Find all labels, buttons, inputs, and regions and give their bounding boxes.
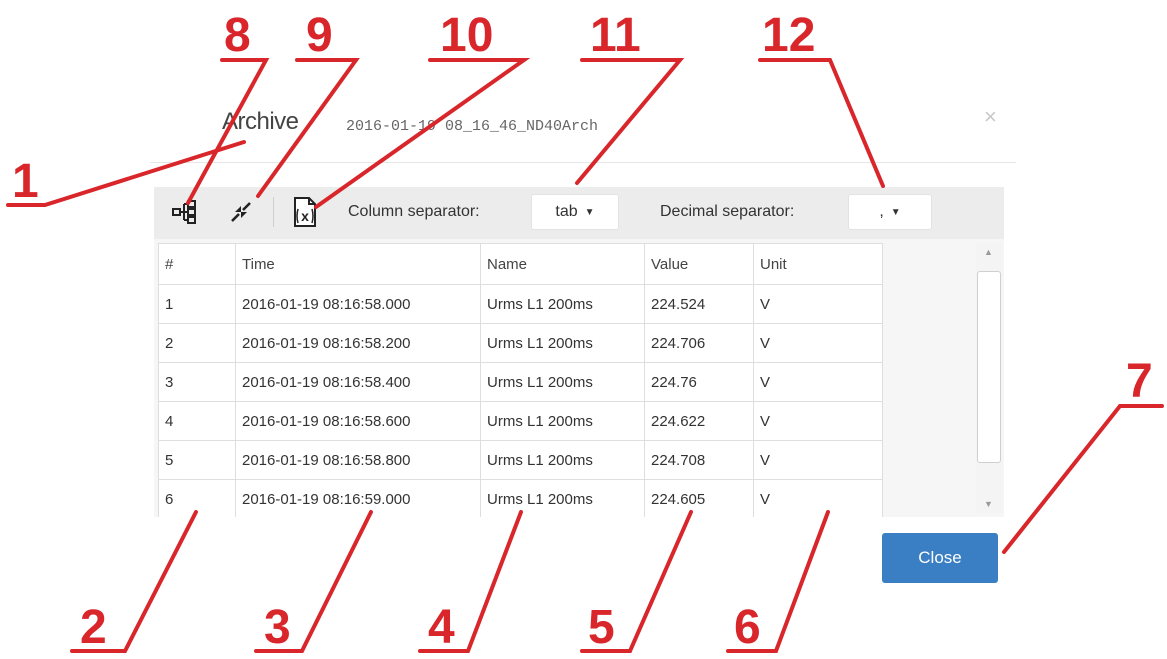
callout-7: 7 [1126,355,1153,408]
callout-12: 12 [762,9,816,62]
callout-3: 3 [264,601,291,654]
callout-2: 2 [80,601,107,654]
callout-5: 5 [588,601,615,654]
callout-6: 6 [734,601,761,654]
callout-11: 11 [590,9,641,62]
callout-1: 1 [12,155,39,208]
callout-8: 8 [224,9,251,62]
callout-9: 9 [306,9,333,62]
callout-10: 10 [440,9,494,62]
callout-lines [6,58,1164,653]
callout-4: 4 [428,601,455,654]
